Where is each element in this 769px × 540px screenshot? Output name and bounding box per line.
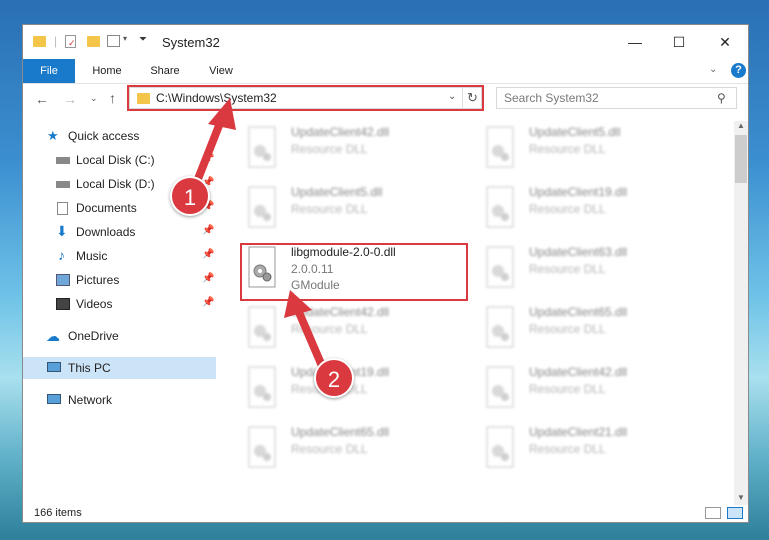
callout-2: 2 (314, 358, 354, 398)
arrow-2 (284, 290, 326, 370)
callout-1: 1 (170, 176, 210, 216)
arrow-1 (192, 98, 236, 188)
annotation-overlay (192, 98, 326, 370)
